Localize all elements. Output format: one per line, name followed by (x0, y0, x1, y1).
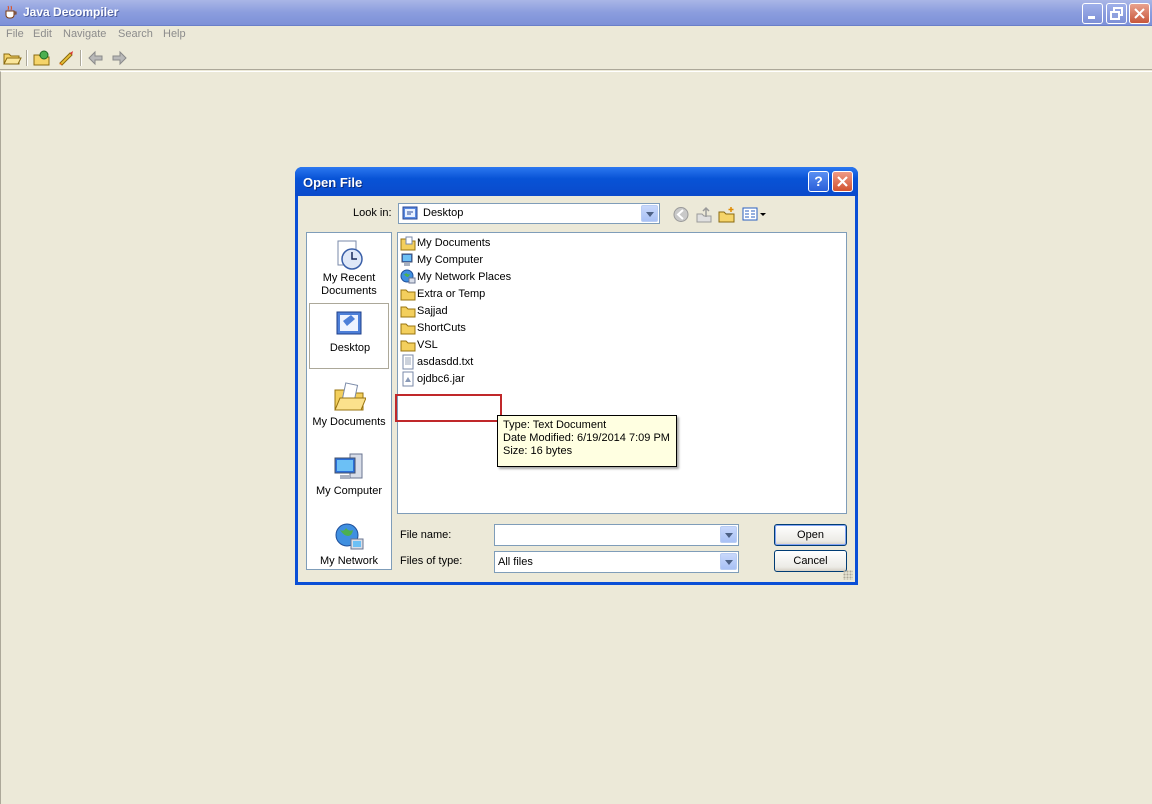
search-rocket-icon[interactable] (56, 49, 76, 67)
minimize-button[interactable] (1082, 3, 1103, 24)
network-places-icon (400, 269, 416, 284)
selection-highlight-box (395, 394, 502, 422)
dialog-body: Look in: Desktop My Recent Documents Des… (298, 196, 855, 582)
place-label: Desktop (329, 342, 371, 354)
file-name: My Documents (417, 237, 491, 249)
resize-grip[interactable] (843, 570, 853, 580)
toolbar-separator (26, 50, 28, 66)
close-dialog-button[interactable] (832, 171, 853, 192)
my-documents-icon (400, 236, 416, 251)
files-of-type-dropdown[interactable]: All files (494, 551, 739, 573)
place-desktop[interactable]: Desktop (309, 303, 389, 369)
up-one-level-icon[interactable] (695, 206, 713, 223)
file-list[interactable]: My Documents My Computer My Network Plac… (397, 232, 847, 514)
my-computer-icon (334, 453, 363, 479)
window-title: Java Decompiler (23, 5, 119, 19)
file-name: My Network Places (417, 271, 512, 283)
question-mark-icon: ? (814, 173, 823, 189)
restore-button[interactable] (1106, 3, 1127, 24)
my-documents-icon (334, 382, 366, 411)
toolbar (0, 46, 1152, 70)
jar-file-icon (402, 371, 414, 387)
place-my-network[interactable]: My Network (309, 517, 389, 583)
tooltip-type: Type: Text Document (503, 419, 607, 431)
restore-icon (1110, 7, 1123, 20)
file-name-combo[interactable] (494, 524, 739, 546)
my-computer-icon (401, 253, 413, 266)
folder-icon (400, 340, 416, 352)
places-bar: My Recent Documents Desktop My Documents (306, 232, 392, 570)
place-label: My Documents (312, 416, 386, 428)
dialog-title: Open File (303, 175, 363, 190)
folder-icon (400, 323, 416, 335)
toolbar-separator (80, 50, 82, 66)
files-of-type-value: All files (498, 556, 533, 568)
coffee-cup-icon (5, 5, 17, 19)
menu-search[interactable]: Search (118, 28, 153, 40)
text-file-icon (402, 354, 414, 370)
menu-edit[interactable]: Edit (33, 28, 52, 40)
help-button[interactable]: ? (808, 171, 829, 192)
open-type-icon[interactable] (32, 49, 52, 67)
chevron-down-icon[interactable] (720, 553, 737, 570)
file-name-input[interactable] (497, 527, 717, 543)
look-in-value: Desktop (423, 207, 464, 219)
menu-help[interactable]: Help (163, 28, 186, 40)
network-globe-icon (335, 523, 364, 550)
menu-navigate[interactable]: Navigate (63, 28, 106, 40)
place-label: My Network (319, 555, 379, 567)
back-arrow-icon[interactable] (86, 49, 106, 67)
view-menu-icon[interactable] (742, 206, 768, 223)
recent-documents-icon (337, 240, 363, 270)
place-label: My Computer (315, 485, 383, 497)
menu-bar: File Edit Navigate Search Help (0, 26, 1152, 44)
file-name: Extra or Temp (417, 288, 486, 300)
menu-file[interactable]: File (6, 28, 24, 40)
folder-icon (400, 289, 416, 301)
file-name: ShortCuts (417, 322, 466, 334)
file-name: Sajjad (417, 305, 448, 317)
cancel-button[interactable]: Cancel (774, 550, 847, 572)
tooltip-date-modified: Date Modified: 6/19/2014 7:09 PM (503, 432, 670, 444)
open-folder-icon[interactable] (2, 49, 22, 67)
tooltip-size: Size: 16 bytes (503, 445, 573, 457)
file-name: asdasdd.txt (417, 356, 474, 368)
file-name-label: File name: (400, 529, 452, 541)
file-name: ojdbc6.jar (417, 373, 465, 385)
look-in-dropdown[interactable]: Desktop (398, 203, 660, 224)
chevron-down-icon[interactable] (641, 205, 658, 222)
file-name: VSL (417, 339, 438, 351)
open-file-dialog: Open File ? Look in: Desktop My Recent D… (295, 167, 858, 585)
files-of-type-label: Files of type: (400, 555, 463, 567)
close-window-button[interactable] (1129, 3, 1150, 24)
close-icon (837, 176, 848, 187)
place-my-computer[interactable]: My Computer (309, 447, 389, 513)
place-label: My Recent Documents (321, 272, 377, 297)
folder-icon (400, 306, 416, 318)
chevron-down-icon[interactable] (720, 526, 737, 543)
place-my-recent-documents[interactable]: My Recent Documents (309, 235, 389, 301)
minimize-icon (1088, 16, 1095, 19)
new-folder-icon[interactable] (718, 206, 736, 223)
dialog-title-bar: Open File ? (295, 167, 858, 196)
title-bar: Java Decompiler (0, 0, 1152, 26)
look-in-label: Look in: (353, 207, 392, 219)
open-button[interactable]: Open (774, 524, 847, 546)
file-name: My Computer (417, 254, 484, 266)
place-my-documents[interactable]: My Documents (309, 377, 389, 443)
back-icon[interactable] (672, 206, 690, 223)
desktop-icon (402, 206, 418, 220)
file-info-tooltip: Type: Text Document Date Modified: 6/19/… (497, 415, 677, 467)
close-icon (1134, 8, 1145, 19)
desktop-icon (336, 311, 362, 335)
forward-arrow-icon[interactable] (109, 49, 129, 67)
